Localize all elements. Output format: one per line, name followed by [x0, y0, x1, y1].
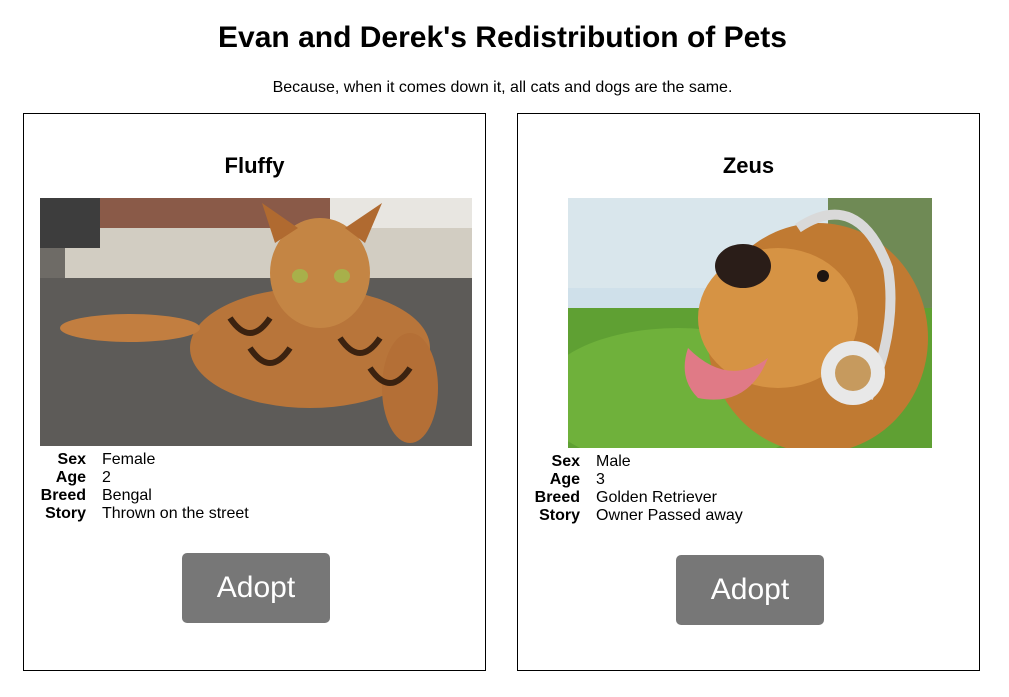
pet-name: Zeus — [722, 153, 775, 178]
pet-info: Sex Male Age 3 Breed Golden Retriever St… — [518, 453, 979, 525]
pet-photo-cat — [40, 198, 472, 446]
adopt-button[interactable]: Adopt — [182, 553, 330, 623]
sex-value: Female — [102, 451, 156, 468]
age-value: 2 — [102, 469, 111, 486]
breed-value: Bengal — [102, 487, 152, 504]
age-label: Age — [55, 469, 86, 486]
sex-label: Sex — [57, 451, 86, 468]
info-row-breed: Breed Bengal — [24, 487, 485, 505]
story-label: Story — [539, 507, 580, 524]
info-row-age: Age 3 — [518, 471, 979, 489]
tagline: Because, when it comes down it, all cats… — [272, 79, 733, 96]
adopt-button[interactable]: Adopt — [676, 555, 824, 625]
pet-photo-dog — [568, 198, 932, 448]
pet-info: Sex Female Age 2 Breed Bengal Story Thro… — [24, 451, 485, 523]
info-row-sex: Sex Male — [518, 453, 979, 471]
breed-label: Breed — [40, 487, 86, 504]
pet-card-fluffy: Fluffy Sex Female Age 2 Breed Bengal Sto… — [23, 113, 486, 671]
info-row-story: Story Thrown on the street — [24, 505, 485, 523]
pet-card-zeus: Zeus Sex Male Age 3 Breed Golden Retriev… — [517, 113, 980, 671]
sex-label: Sex — [551, 453, 580, 470]
info-row-breed: Breed Golden Retriever — [518, 489, 979, 507]
sex-value: Male — [596, 453, 631, 470]
story-value: Owner Passed away — [596, 507, 743, 524]
pet-name: Fluffy — [224, 153, 285, 178]
story-value: Thrown on the street — [102, 505, 249, 522]
breed-label: Breed — [534, 489, 580, 506]
age-label: Age — [549, 471, 580, 488]
info-row-sex: Sex Female — [24, 451, 485, 469]
page-title: Evan and Derek's Redistribution of Pets — [218, 21, 787, 54]
story-label: Story — [45, 505, 86, 522]
info-row-age: Age 2 — [24, 469, 485, 487]
breed-value: Golden Retriever — [596, 489, 717, 506]
info-row-story: Story Owner Passed away — [518, 507, 979, 525]
age-value: 3 — [596, 471, 605, 488]
